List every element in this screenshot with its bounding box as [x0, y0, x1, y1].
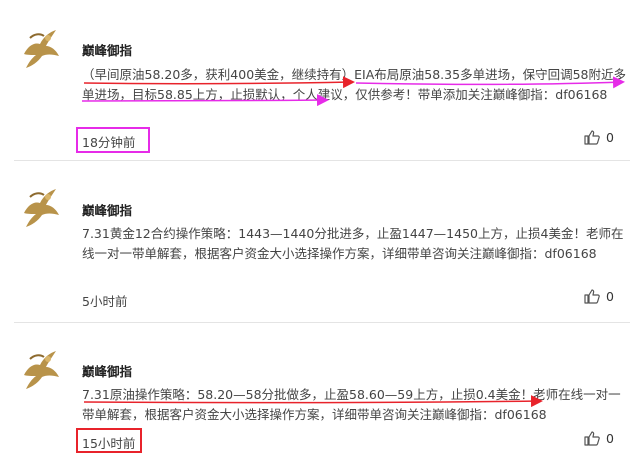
avatar-icon[interactable]	[18, 345, 64, 391]
post-time: 5小时前	[82, 294, 128, 309]
post-time: 15小时前	[82, 436, 136, 451]
like-button[interactable]: 0	[584, 130, 614, 145]
thumbs-up-icon	[584, 130, 600, 145]
thumbs-up-icon	[584, 289, 600, 304]
post-time: 18分钟前	[82, 135, 136, 150]
like-count: 0	[606, 289, 614, 304]
like-button[interactable]: 0	[584, 431, 614, 446]
post-username[interactable]: 巅峰御指	[82, 40, 132, 59]
avatar-icon[interactable]	[18, 24, 64, 70]
post-divider	[14, 160, 630, 161]
like-count: 0	[606, 130, 614, 145]
avatar-icon[interactable]	[18, 183, 64, 229]
like-button[interactable]: 0	[584, 289, 614, 304]
like-count: 0	[606, 431, 614, 446]
post-divider	[14, 322, 630, 323]
thumbs-up-icon	[584, 431, 600, 446]
post-content: （早间原油58.20多，获利400美金，继续持有）EIA布局原油58.35多单进…	[82, 67, 626, 102]
post-content: 7.31黄金12合约操作策略：1443—1440分批进多，止盈1447—1450…	[82, 226, 624, 261]
post-username[interactable]: 巅峰御指	[82, 361, 132, 380]
post-username[interactable]: 巅峰御指	[82, 200, 132, 219]
post-content: 7.31原油操作策略：58.20—58分批做多，止盈58.60—59上方，止损0…	[82, 387, 621, 422]
